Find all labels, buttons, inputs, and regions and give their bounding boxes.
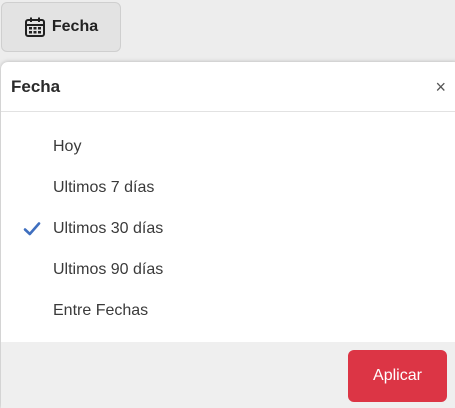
date-range-options: Hoy Ultimos 7 días Ultimos 30 días Ultim… [1, 112, 455, 331]
calendar-icon [24, 16, 46, 38]
date-filter-label: Fecha [51, 18, 99, 35]
popover-header: Fecha × [1, 62, 455, 112]
close-icon[interactable]: × [435, 78, 446, 96]
popover-footer: Aplicar [1, 342, 455, 408]
option-label: Ultimos 90 días [53, 260, 164, 278]
popover-title: Fecha [11, 76, 61, 96]
option-ultimos-30-dias[interactable]: Ultimos 30 días [1, 208, 455, 249]
option-label: Entre Fechas [53, 301, 149, 319]
option-label: Ultimos 7 días [53, 178, 155, 196]
date-filter-popover: Fecha × Hoy Ultimos 7 días Ultimos 30 dí… [1, 62, 455, 408]
check-icon [23, 220, 41, 238]
date-filter-button[interactable]: Fecha [1, 2, 121, 52]
option-entre-fechas[interactable]: Entre Fechas [1, 290, 455, 331]
option-ultimos-90-dias[interactable]: Ultimos 90 días [1, 249, 455, 290]
option-label: Ultimos 30 días [53, 219, 164, 237]
option-ultimos-7-dias[interactable]: Ultimos 7 días [1, 167, 455, 208]
option-label: Hoy [53, 137, 82, 155]
apply-button[interactable]: Aplicar [348, 350, 447, 402]
option-hoy[interactable]: Hoy [1, 126, 455, 167]
